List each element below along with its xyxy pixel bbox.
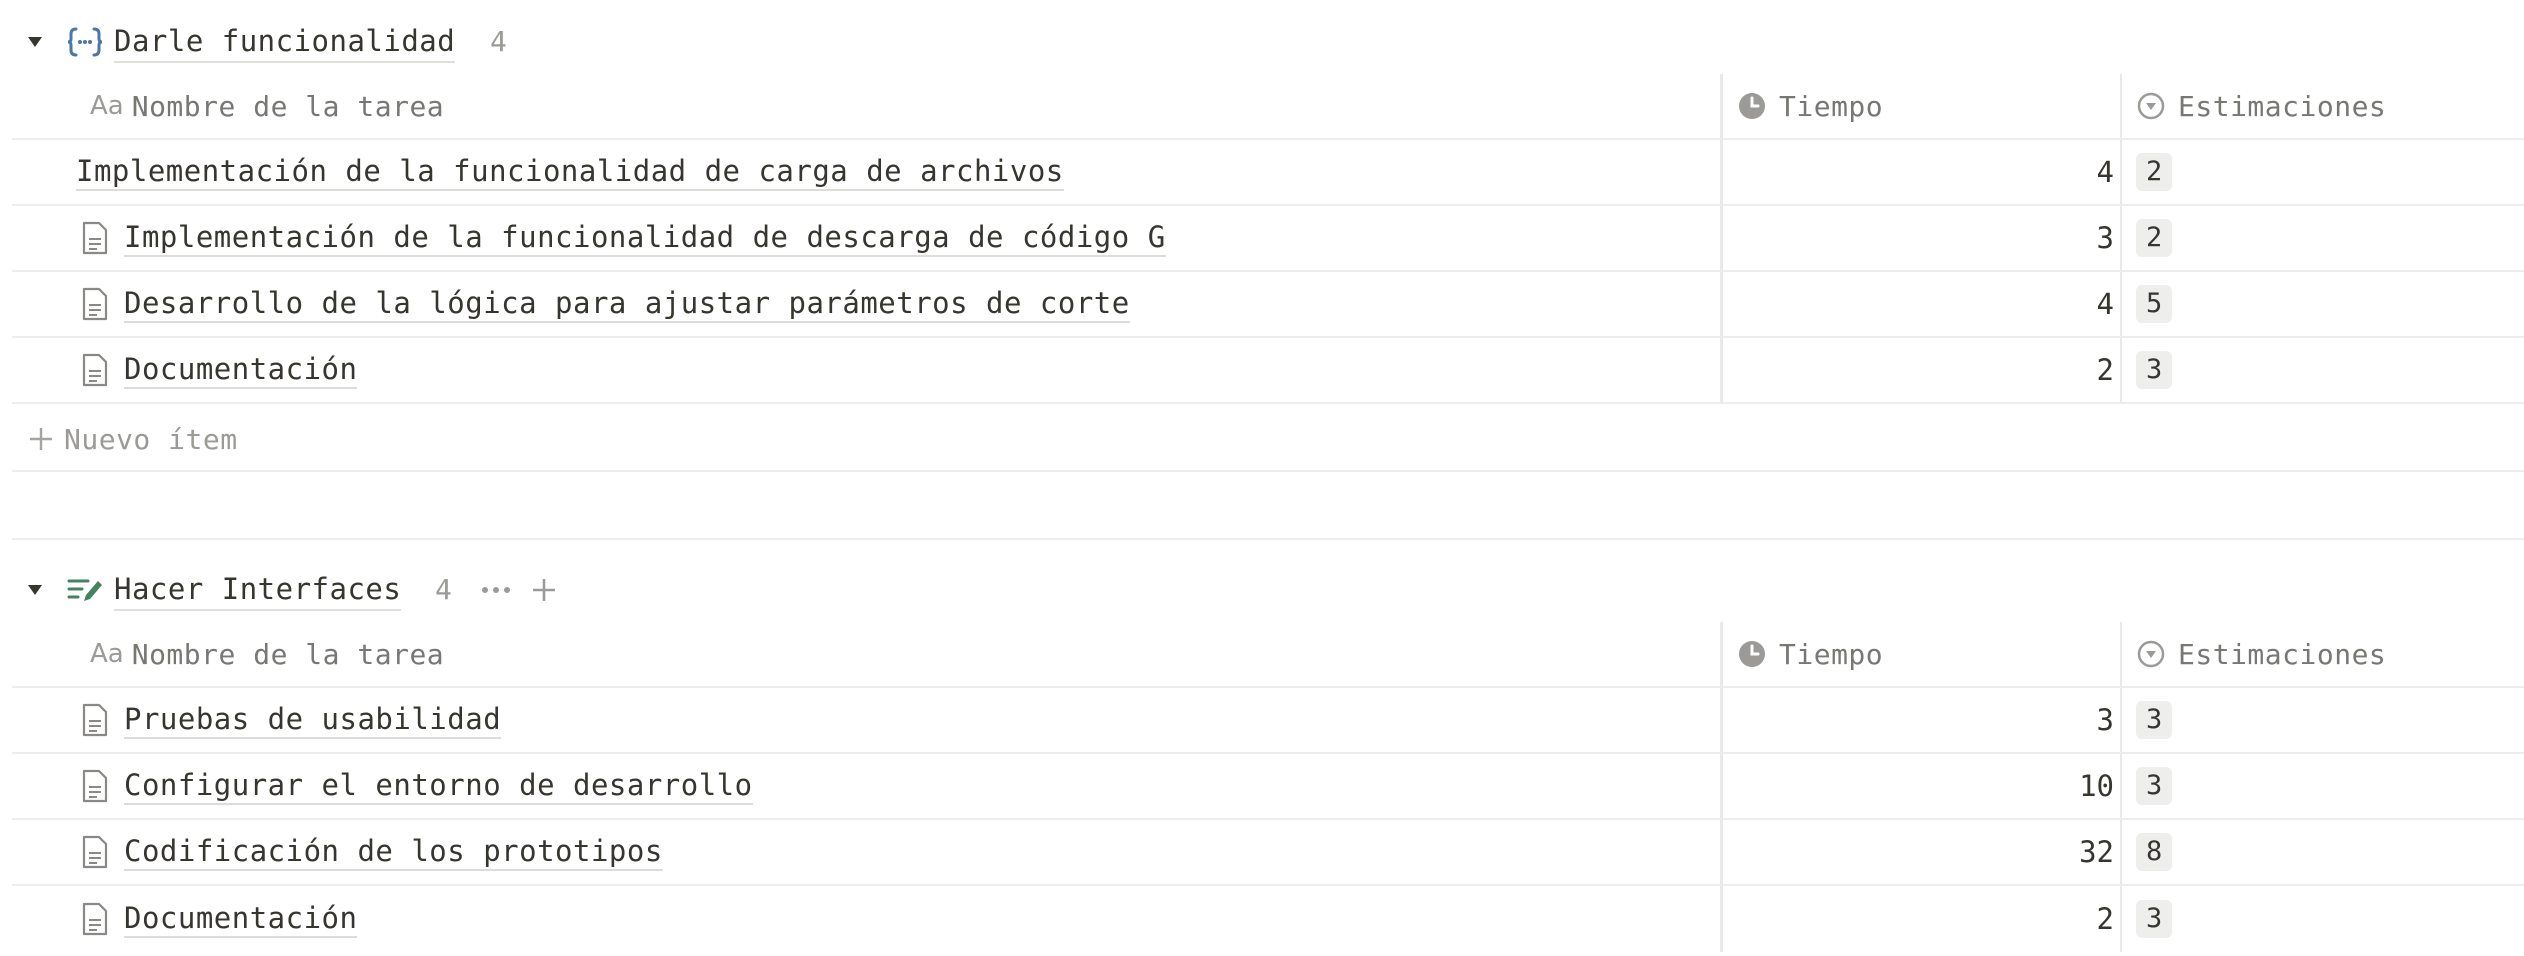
task-name-cell[interactable]: Implementación de la funcionalidad de de… xyxy=(12,206,1720,270)
task-name[interactable]: Desarrollo de la lógica para ajustar par… xyxy=(124,285,1130,323)
estimate-cell[interactable]: 3 xyxy=(2120,886,2524,952)
collapse-toggle-icon[interactable] xyxy=(24,31,46,53)
column-header-time[interactable]: Tiempo xyxy=(1720,622,2132,686)
code-braces-icon xyxy=(66,25,104,59)
estimate-badge: 2 xyxy=(2136,219,2173,257)
column-header-time[interactable]: Tiempo xyxy=(1720,74,2132,138)
estimate-cell[interactable]: 3 xyxy=(2120,338,2524,402)
task-name[interactable]: Codificación de los prototipos xyxy=(124,833,663,871)
table-header-row: Aa Nombre de la tarea Tiempo Estimacione… xyxy=(12,622,2524,688)
page-icon xyxy=(82,902,108,936)
time-value: 2 xyxy=(2096,353,2114,387)
group-title[interactable]: Hacer Interfaces xyxy=(114,569,402,611)
estimate-badge: 5 xyxy=(2136,285,2173,323)
time-cell[interactable]: 4 xyxy=(1720,272,2132,336)
task-name-cell[interactable]: Documentación xyxy=(12,886,1720,952)
time-value: 4 xyxy=(2096,287,2114,321)
table-row[interactable]: Desarrollo de la lógica para ajustar par… xyxy=(12,272,2524,338)
column-header-estimate[interactable]: Estimaciones xyxy=(2120,622,2524,686)
column-name-label: Nombre de la tarea xyxy=(131,89,445,123)
task-name-cell[interactable]: Desarrollo de la lógica para ajustar par… xyxy=(12,272,1720,336)
task-name-cell[interactable]: Documentación xyxy=(12,338,1720,402)
time-cell[interactable]: 3 xyxy=(1720,206,2132,270)
task-name[interactable]: Documentación xyxy=(124,900,358,938)
estimate-badge: 3 xyxy=(2136,900,2173,938)
group-count: 4 xyxy=(490,25,507,58)
table-row[interactable]: Documentación 2 3 xyxy=(12,338,2524,404)
clock-icon xyxy=(1739,641,1765,667)
column-header-name[interactable]: Aa Nombre de la tarea xyxy=(12,74,1720,138)
table-row[interactable]: Implementación de la funcionalidad de ca… xyxy=(12,140,2524,206)
estimate-badge: 3 xyxy=(2136,701,2173,739)
collapse-toggle-icon[interactable] xyxy=(24,579,46,601)
select-circle-icon xyxy=(2137,92,2165,120)
task-name[interactable]: Pruebas de usabilidad xyxy=(124,701,502,739)
task-name[interactable]: Implementación de la funcionalidad de de… xyxy=(124,219,1166,257)
column-time-label: Tiempo xyxy=(1779,637,1884,671)
estimate-badge: 8 xyxy=(2136,833,2173,871)
task-name-cell[interactable]: Implementación de la funcionalidad de ca… xyxy=(12,140,1720,204)
estimate-cell[interactable]: 3 xyxy=(2120,688,2524,752)
task-name[interactable]: Configurar el entorno de desarrollo xyxy=(124,767,753,805)
page-icon xyxy=(82,703,108,737)
page-icon xyxy=(82,835,108,869)
select-circle-icon xyxy=(2137,640,2165,668)
time-cell[interactable]: 32 xyxy=(1720,820,2132,884)
page-icon xyxy=(82,287,108,321)
estimate-badge: 3 xyxy=(2136,351,2173,389)
estimate-cell[interactable]: 8 xyxy=(2120,820,2524,884)
task-name-cell[interactable]: Codificación de los prototipos xyxy=(12,820,1720,884)
task-name[interactable]: Documentación xyxy=(124,351,358,389)
task-name[interactable]: Implementación de la funcionalidad de ca… xyxy=(76,153,1064,191)
table-row[interactable]: Implementación de la funcionalidad de de… xyxy=(12,206,2524,272)
group-title[interactable]: Darle funcionalidad xyxy=(114,21,456,63)
task-name-cell[interactable]: Pruebas de usabilidad xyxy=(12,688,1720,752)
group-count: 4 xyxy=(435,573,452,606)
column-header-name[interactable]: Aa Nombre de la tarea xyxy=(12,622,1720,686)
column-estimate-label: Estimaciones xyxy=(2178,89,2387,123)
table-row[interactable]: Documentación 2 3 xyxy=(12,886,2524,952)
group-header: Hacer Interfaces 4 xyxy=(0,558,1200,622)
estimate-badge: 2 xyxy=(2136,153,2173,191)
text-type-icon: Aa xyxy=(90,639,124,669)
time-value: 2 xyxy=(2096,902,2114,936)
add-icon[interactable] xyxy=(524,570,564,610)
column-header-estimate[interactable]: Estimaciones xyxy=(2120,74,2524,138)
plus-icon xyxy=(30,428,52,450)
time-cell[interactable]: 4 xyxy=(1720,140,2132,204)
time-value: 4 xyxy=(2096,155,2114,189)
column-time-label: Tiempo xyxy=(1779,89,1884,123)
time-cell[interactable]: 3 xyxy=(1720,688,2132,752)
clock-icon xyxy=(1739,93,1765,119)
more-options-icon[interactable] xyxy=(476,570,516,610)
time-cell[interactable]: 10 xyxy=(1720,754,2132,818)
page-icon xyxy=(82,221,108,255)
new-item-label: Nuevo ítem xyxy=(64,422,238,456)
page-icon xyxy=(82,769,108,803)
group-header: Darle funcionalidad 4 xyxy=(0,10,1200,74)
time-value: 3 xyxy=(2096,703,2114,737)
estimate-badge: 3 xyxy=(2136,767,2173,805)
time-cell[interactable]: 2 xyxy=(1720,338,2132,402)
text-type-icon: Aa xyxy=(90,91,124,121)
time-cell[interactable]: 2 xyxy=(1720,886,2132,952)
group-divider xyxy=(12,538,2524,540)
estimate-cell[interactable]: 2 xyxy=(2120,140,2524,204)
table-header-row: Aa Nombre de la tarea Tiempo Estimacione… xyxy=(12,74,2524,140)
column-name-label: Nombre de la tarea xyxy=(131,637,445,671)
page-icon xyxy=(82,353,108,387)
time-value: 3 xyxy=(2096,221,2114,255)
table-row[interactable]: Pruebas de usabilidad 3 3 xyxy=(12,688,2524,754)
estimate-cell[interactable]: 2 xyxy=(2120,206,2524,270)
time-value: 10 xyxy=(2079,769,2114,803)
list-edit-icon xyxy=(66,573,104,607)
table-row[interactable]: Codificación de los prototipos 32 8 xyxy=(12,820,2524,886)
estimate-cell[interactable]: 5 xyxy=(2120,272,2524,336)
column-estimate-label: Estimaciones xyxy=(2178,637,2387,671)
new-item-button[interactable]: Nuevo ítem xyxy=(12,408,2524,472)
estimate-cell[interactable]: 3 xyxy=(2120,754,2524,818)
task-name-cell[interactable]: Configurar el entorno de desarrollo xyxy=(12,754,1720,818)
time-value: 32 xyxy=(2079,835,2114,869)
table-row[interactable]: Configurar el entorno de desarrollo 10 3 xyxy=(12,754,2524,820)
